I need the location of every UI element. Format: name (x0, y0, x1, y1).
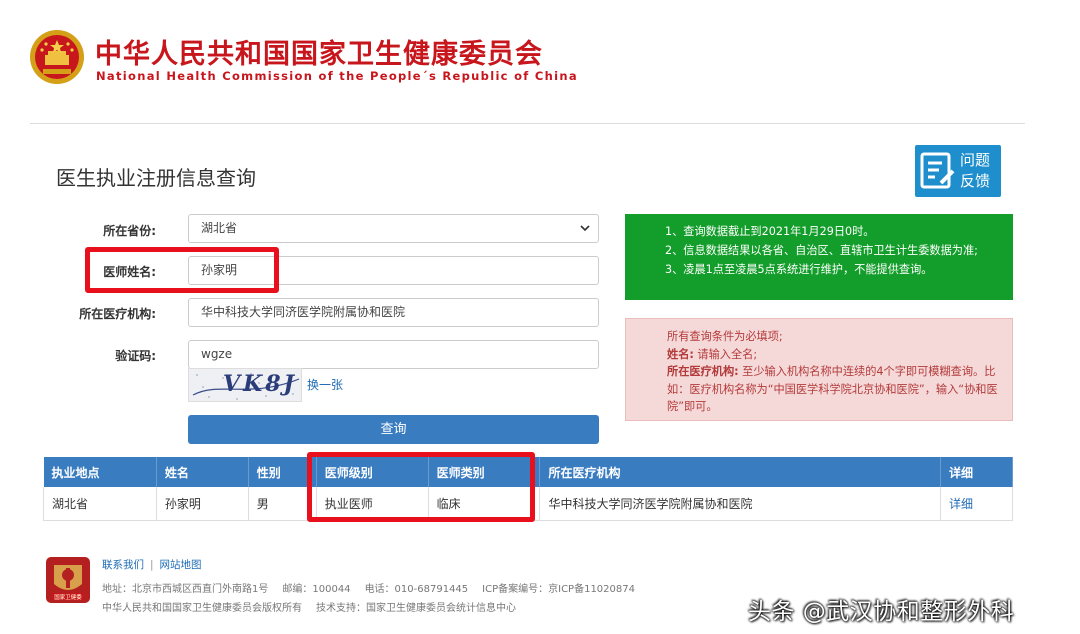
header-divider (30, 123, 1025, 124)
institution-input[interactable]: 华中科技大学同济医学院附属协和医院 (188, 298, 599, 327)
rules-line-name: 姓名: 请输入全名; (667, 347, 758, 361)
notice-item: 2、信息数据结果以各省、自治区、直辖市卫生计生委数据为准; (665, 244, 978, 257)
captcha-image[interactable]: VK8J (188, 368, 302, 402)
footer-copyright-line: 中华人民共和国国家卫生健康委员会版权所有 技术支持：国家卫生健康委员会统计信息中心 (102, 603, 516, 614)
notice-item: 1、查询数据截止到2021年1月29日0时。 (665, 225, 875, 238)
captcha-label: 验证码: (115, 349, 156, 363)
cell-institution: 华中科技大学同济医学院附属协和医院 (539, 487, 941, 521)
site-title: 中华人民共和国国家卫生健康委员会 (95, 39, 543, 70)
feedback-label: 问题 反馈 (960, 151, 991, 190)
header-banner: 中华人民共和国国家卫生健康委员会 National Health Commiss… (22, 28, 612, 86)
province-label: 所在省份: (103, 224, 156, 238)
site-title-en: National Health Commission of the People… (96, 69, 578, 83)
column-header-name: 姓名 (156, 457, 249, 487)
rules-line-institution: 所在医疗机构: 至少输入机构名称中连续的4个字即可模糊查询。比如：医疗机构名称为… (667, 365, 998, 413)
footer-links: 联系我们 | 网站地图 (102, 559, 202, 571)
contact-link[interactable]: 联系我们 (102, 559, 144, 571)
column-header-institution: 所在医疗机构 (539, 457, 941, 487)
chevron-down-icon (580, 225, 590, 232)
cell-detail: 详细 (940, 487, 1013, 521)
notice-rules-box: 所有查询条件为必填项; 姓名: 请输入全名; 所在医疗机构: 至少输入机构名称中… (625, 318, 1013, 421)
highlight-name-box (85, 247, 279, 293)
cell-name: 孙家明 (156, 487, 249, 521)
captcha-input[interactable]: wgze (188, 340, 599, 369)
column-header-detail: 详细 (940, 457, 1013, 487)
notice-info-box: 1、查询数据截止到2021年1月29日0时。 2、信息数据结果以各省、自治区、直… (625, 214, 1013, 300)
sitemap-link[interactable]: 网站地图 (160, 559, 202, 571)
party-emblem-logo: 国家卫健委 (46, 557, 90, 603)
province-select[interactable]: 湖北省 (188, 214, 599, 243)
column-header-location: 执业地点 (43, 457, 157, 487)
institution-value: 华中科技大学同济医学院附属协和医院 (201, 305, 406, 319)
captcha-refresh-link[interactable]: 换一张 (307, 376, 343, 393)
province-selected-value: 湖北省 (201, 221, 238, 235)
highlight-level-category-box (307, 452, 535, 522)
detail-link[interactable]: 详细 (949, 497, 973, 511)
rules-line-1: 所有查询条件为必填项; (667, 330, 783, 343)
watermark-text: 头条 @武汉协和整形外科 (748, 599, 1015, 625)
captcha-value: wgze (201, 347, 233, 361)
footer-address-line: 地址：北京市西城区西直门外南路1号 邮编：100044 电话：010-6879144… (102, 584, 635, 595)
notice-item: 3、凌晨1点至凌晨5点系统进行维护，不能提供查询。 (665, 263, 933, 276)
query-button[interactable]: 查询 (188, 415, 599, 444)
feedback-form-icon (920, 152, 955, 189)
svg-text:国家卫健委: 国家卫健委 (54, 593, 82, 601)
institution-label: 所在医疗机构: (79, 307, 156, 321)
cell-location: 湖北省 (43, 487, 157, 521)
feedback-button[interactable]: 问题 反馈 (915, 145, 1001, 197)
captcha-text: VK8J (223, 371, 297, 397)
national-emblem-icon (30, 30, 84, 84)
page-title: 医生执业注册信息查询 (56, 166, 256, 190)
